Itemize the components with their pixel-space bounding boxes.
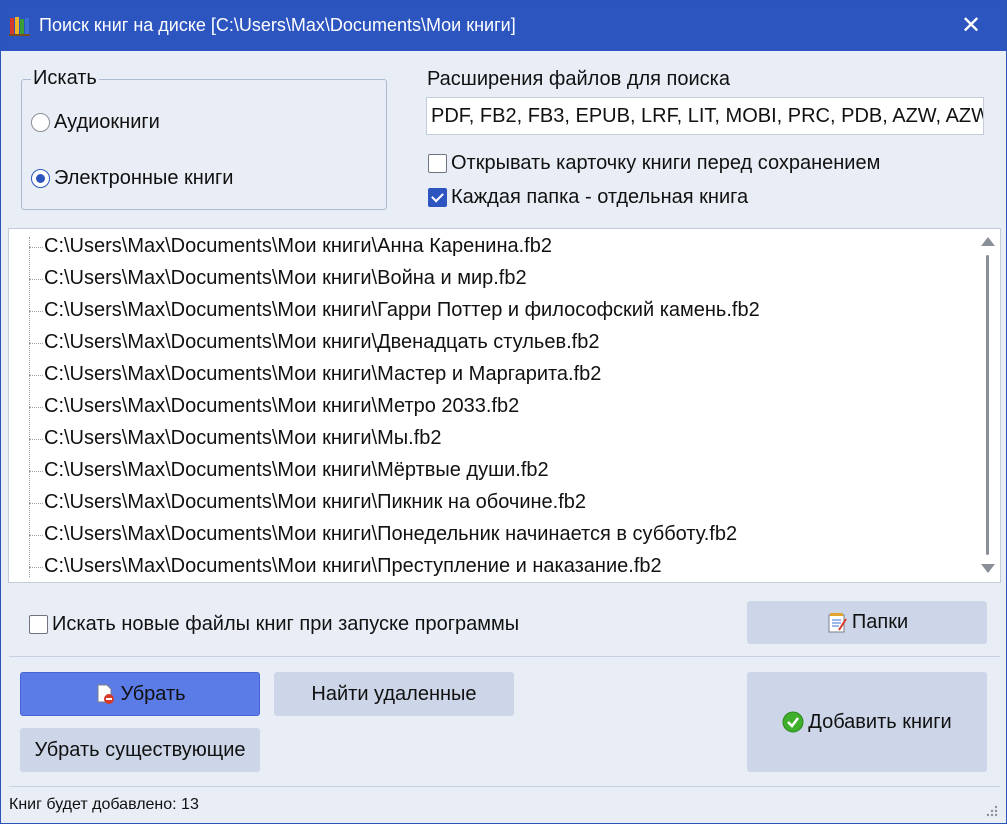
tree-connector [29,567,43,568]
add-books-button-label: Добавить книги [808,710,952,733]
file-path: C:\Users\Max\Documents\Мои книги\Понедел… [44,523,738,545]
list-item[interactable]: C:\Users\Max\Documents\Мои книги\Анна Ка… [9,231,969,263]
file-path: C:\Users\Max\Documents\Мои книги\Метро 2… [44,395,520,417]
startup-scan-label: Искать новые файлы книг при запуске прог… [52,613,520,635]
file-path: C:\Users\Max\Documents\Мои книги\Гарри П… [44,299,760,321]
tree-connector [29,375,43,376]
remove-button[interactable]: Убрать [20,672,260,716]
tree-connector [29,311,43,312]
tree-connector [29,535,43,536]
list-item[interactable]: C:\Users\Max\Documents\Мои книги\Мастер … [9,359,969,391]
add-books-button[interactable]: Добавить книги [747,672,987,772]
list-item[interactable]: C:\Users\Max\Documents\Мои книги\Война и… [9,263,969,295]
tree-connector [29,247,43,248]
status-divider [9,786,1000,787]
remove-button-label: Убрать [120,682,186,705]
tree-connector [29,503,43,504]
radio-audiobooks-label: Аудиокниги [54,111,160,133]
list-item[interactable]: C:\Users\Max\Documents\Мои книги\Мёртвые… [9,455,969,487]
folders-button[interactable]: Папки [747,601,987,644]
close-button[interactable]: ✕ [954,9,988,43]
checkbox-box [29,615,48,634]
close-icon: ✕ [960,12,982,39]
list-item[interactable]: C:\Users\Max\Documents\Мои книги\Понедел… [9,519,969,551]
resize-grip-icon[interactable] [984,803,998,817]
radio-circle [31,113,50,132]
status-text: Книг будет добавлено: 13 [9,796,199,813]
file-path: C:\Users\Max\Documents\Мои книги\Мастер … [44,363,602,385]
tree-connector [29,343,43,344]
file-path: C:\Users\Max\Documents\Мои книги\Война и… [44,267,527,289]
radio-audiobooks[interactable]: Аудиокниги [31,111,160,134]
remove-existing-button-label: Убрать существующие [34,738,246,761]
scroll-down-arrow-icon[interactable] [981,564,995,573]
file-path: C:\Users\Max\Documents\Мои книги\Анна Ка… [44,235,552,257]
find-deleted-button-label: Найти удаленные [311,682,477,705]
tree-connector [29,279,43,280]
scroll-up-arrow-icon[interactable] [981,237,995,246]
title-bar[interactable]: Поиск книг на диске [C:\Users\Max\Docume… [1,1,1006,51]
check-circle-icon [782,711,804,733]
file-path: C:\Users\Max\Documents\Мои книги\Мы.fb2 [44,427,442,449]
startup-scan-checkbox[interactable]: Искать новые файлы книг при запуске прог… [29,613,519,636]
radio-ebooks-label: Электронные книги [54,167,234,189]
remove-existing-button[interactable]: Убрать существующие [20,728,260,772]
list-item[interactable]: C:\Users\Max\Documents\Мои книги\Пикник … [9,487,969,519]
list-item[interactable]: C:\Users\Max\Documents\Мои книги\Мы.fb2 [9,423,969,455]
notepad-icon [828,612,847,632]
remove-document-icon [97,684,115,704]
found-files-list[interactable]: C:\Users\Max\Documents\Мои книги\Анна Ка… [8,228,1001,583]
file-path: C:\Users\Max\Documents\Мои книги\Двенадц… [44,331,600,353]
list-item[interactable]: C:\Users\Max\Documents\Мои книги\Двенадц… [9,327,969,359]
find-deleted-button[interactable]: Найти удаленные [274,672,514,716]
folder-is-book-label: Каждая папка - отдельная книга [451,186,749,208]
tree-connector [29,471,43,472]
list-item[interactable]: C:\Users\Max\Documents\Мои книги\Гарри П… [9,295,969,327]
vertical-scrollbar[interactable] [976,229,1000,582]
checkbox-box [428,154,447,173]
checkbox-box-checked [428,188,447,207]
list-item[interactable]: C:\Users\Max\Documents\Мои книги\Метро 2… [9,391,969,423]
tree-connector [29,407,43,408]
search-type-legend: Искать [31,67,99,90]
radio-circle-selected [31,169,50,188]
scroll-thumb[interactable] [986,255,989,555]
extensions-label: Расширения файлов для поиска [427,68,730,90]
extensions-input[interactable]: PDF, FB2, FB3, EPUB, LRF, LIT, MOBI, PRC… [426,97,984,135]
folder-is-book-checkbox[interactable]: Каждая папка - отдельная книга [428,186,748,209]
list-item[interactable]: C:\Users\Max\Documents\Мои книги\Преступ… [9,551,969,582]
open-card-checkbox[interactable]: Открывать карточку книги перед сохранени… [428,152,880,175]
tree-connector [29,439,43,440]
file-path: C:\Users\Max\Documents\Мои книги\Преступ… [44,555,662,577]
divider [9,656,1000,657]
radio-ebooks[interactable]: Электронные книги [31,167,233,190]
file-path: C:\Users\Max\Documents\Мои книги\Пикник … [44,491,587,513]
folders-button-label: Папки [851,611,909,633]
window-title: Поиск книг на диске [C:\Users\Max\Docume… [39,15,516,35]
search-type-group [21,79,387,210]
books-app-icon [9,17,30,36]
file-path: C:\Users\Max\Documents\Мои книги\Мёртвые… [44,459,549,481]
open-card-label: Открывать карточку книги перед сохранени… [451,152,881,174]
window: Поиск книг на диске [C:\Users\Max\Docume… [0,0,1007,824]
